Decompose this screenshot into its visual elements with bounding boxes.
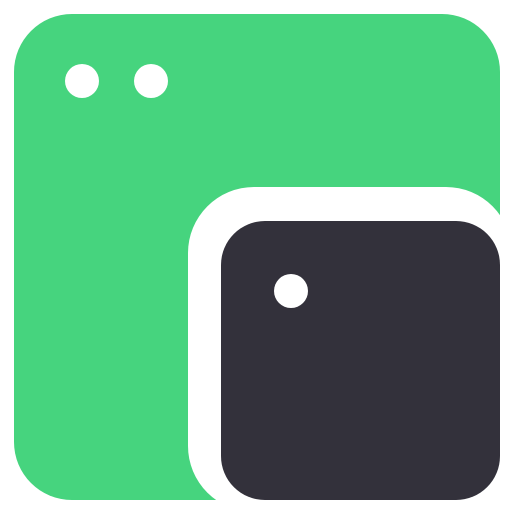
overlapping-windows-icon: [14, 14, 512, 512]
back-window-dot-1: [65, 64, 99, 98]
front-window-shape: [221, 221, 500, 500]
back-window-dot-2: [134, 64, 168, 98]
app-icon: [0, 0, 512, 512]
front-window-dot: [274, 274, 308, 308]
